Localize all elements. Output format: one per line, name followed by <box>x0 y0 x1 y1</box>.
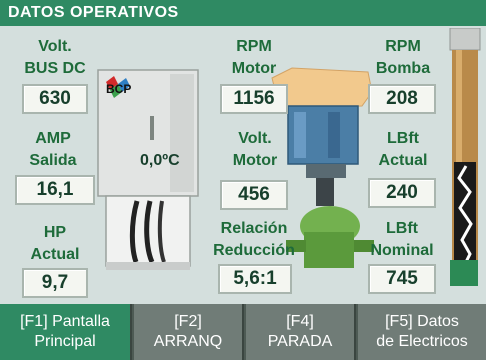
lbft-nominal-value: 745 <box>368 264 436 294</box>
relacion-reduccion-value: 5,6:1 <box>218 264 292 294</box>
amp-salida-label: AMP Salida <box>29 130 77 169</box>
f5-datos-electricos-button[interactable]: [F5] Datos de Electricos <box>358 304 486 360</box>
lbft-nominal-label: LBft Nominal <box>370 220 434 259</box>
tank-level-scroll[interactable] <box>444 28 484 288</box>
volt-bus-dc-label: Volt. BUS DC <box>24 38 86 77</box>
f1-pantalla-principal-button[interactable]: [F1] Pantalla Principal <box>0 304 132 360</box>
volt-bus-dc-value: 630 <box>22 84 88 114</box>
lbft-actual-value: 240 <box>368 178 436 208</box>
f4-parada-button[interactable]: [F4] PARADA <box>246 304 356 360</box>
rpm-motor-label: RPM Motor <box>231 38 277 77</box>
temperature-readout: 0,0ºC <box>140 152 180 169</box>
hp-actual-value: 9,7 <box>22 268 88 298</box>
rpm-bomba-label: RPM Bomba <box>375 38 431 77</box>
volt-motor-label: Volt. Motor <box>232 130 278 169</box>
rpm-motor-value: 1156 <box>220 84 288 114</box>
volt-motor-value: 456 <box>220 180 288 210</box>
rpm-bomba-value: 208 <box>368 84 436 114</box>
relacion-reduccion-label: Relación Reducción <box>213 220 295 259</box>
title-bar: DATOS OPERATIVOS <box>0 0 486 26</box>
page-title: DATOS OPERATIVOS <box>8 4 179 21</box>
amp-salida-value: 16,1 <box>15 175 95 205</box>
lbft-actual-label: LBft Actual <box>378 130 428 169</box>
bcp-logo: BCP <box>104 74 144 104</box>
f2-arranque-button[interactable]: [F2] ARRANQ <box>134 304 244 360</box>
hp-actual-label: HP Actual <box>30 224 80 263</box>
